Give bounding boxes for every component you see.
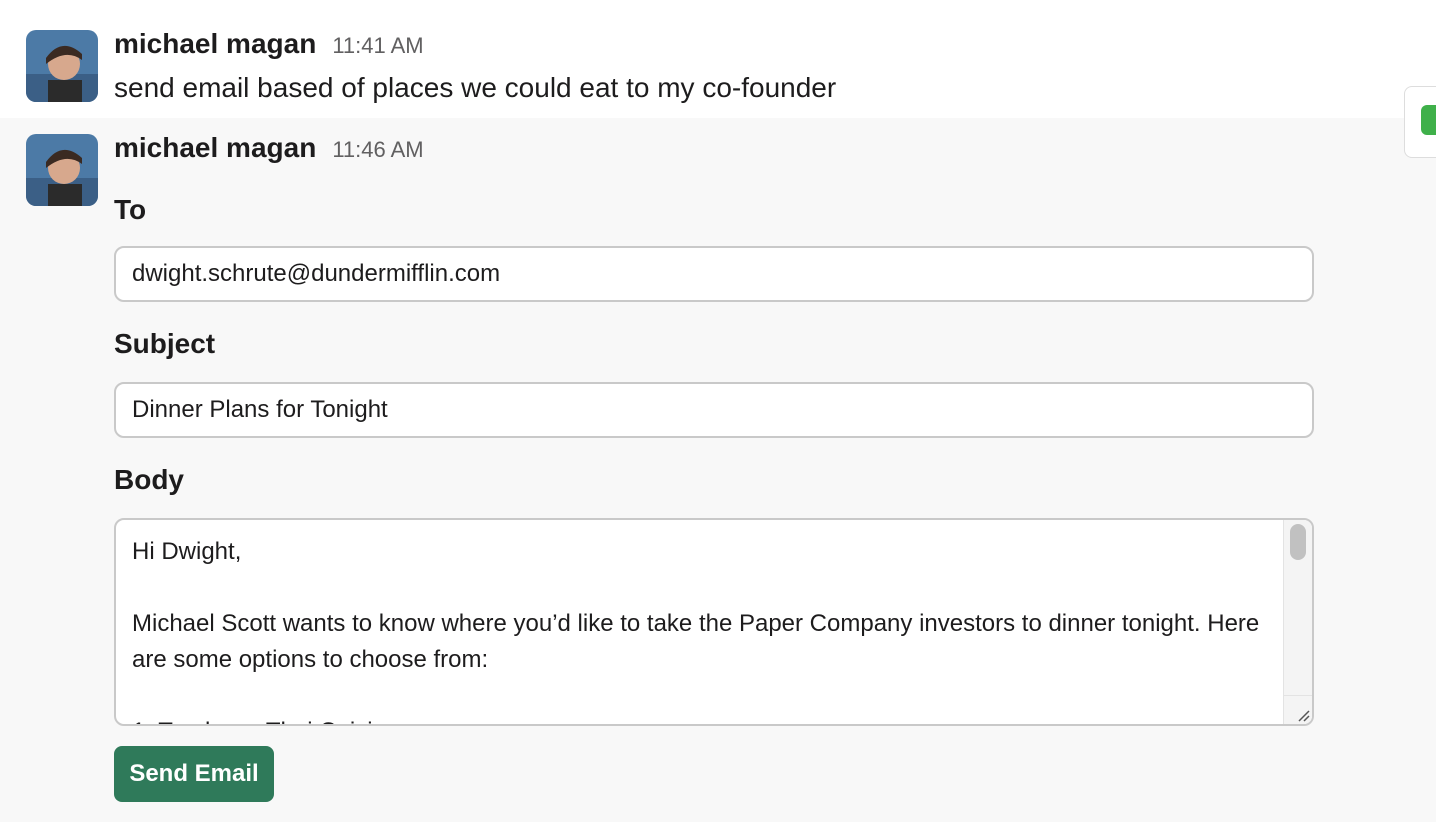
- message-author[interactable]: michael magan: [114, 28, 316, 60]
- subject-label: Subject: [114, 328, 216, 359]
- to-input[interactable]: [114, 246, 1314, 302]
- body-textarea[interactable]: Hi Dwight, Michael Scott wants to know w…: [114, 518, 1314, 726]
- resize-handle-icon[interactable]: [1294, 706, 1310, 722]
- subject-input[interactable]: [114, 382, 1314, 438]
- message-header: michael magan 11:41 AM: [114, 28, 424, 60]
- to-label: To: [114, 194, 147, 225]
- white-check-mark-icon[interactable]: [1421, 105, 1436, 135]
- send-email-button[interactable]: Send Email: [114, 746, 274, 802]
- message-header: michael magan 11:46 AM: [114, 132, 424, 164]
- body-scrollbar[interactable]: [1283, 520, 1312, 724]
- avatar-photo-icon: [26, 134, 98, 206]
- message-actions-toolbar[interactable]: [1404, 86, 1436, 158]
- body-label: Body: [114, 464, 184, 495]
- message-timestamp[interactable]: 11:46 AM: [332, 137, 423, 163]
- message-item[interactable]: michael magan 11:46 AM To Subject Body H…: [0, 118, 1436, 822]
- message-author[interactable]: michael magan: [114, 132, 316, 164]
- scrollbar-thumb[interactable]: [1290, 524, 1306, 560]
- avatar-photo-icon: [26, 30, 98, 102]
- message-item[interactable]: michael magan 11:41 AM send email based …: [0, 0, 1436, 118]
- message-text: send email based of places we could eat …: [114, 72, 837, 103]
- user-avatar[interactable]: [26, 30, 98, 102]
- message-timestamp[interactable]: 11:41 AM: [332, 33, 423, 59]
- user-avatar[interactable]: [26, 134, 98, 206]
- body-text[interactable]: Hi Dwight, Michael Scott wants to know w…: [132, 534, 1272, 724]
- slack-channel-view: michael magan 11:41 AM send email based …: [0, 0, 1436, 822]
